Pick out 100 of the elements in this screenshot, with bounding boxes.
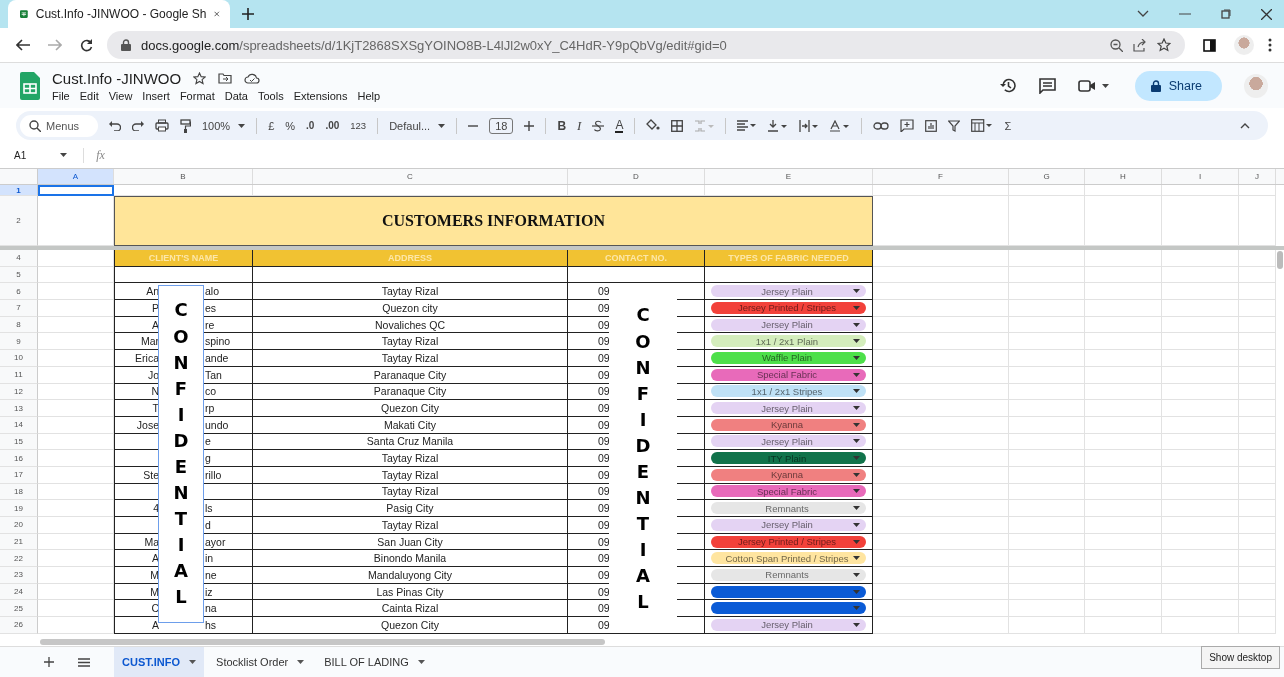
cloud-icon[interactable] xyxy=(244,72,261,84)
number-format-button[interactable]: 123 xyxy=(350,120,367,131)
percent-format-button[interactable]: % xyxy=(285,119,296,132)
avatar[interactable] xyxy=(1244,73,1268,98)
column-header[interactable]: I xyxy=(1162,169,1239,184)
row-header[interactable]: 6 xyxy=(0,283,38,301)
column-header[interactable]: A xyxy=(38,169,114,184)
browser-tab[interactable]: Cust.Info -JINWOO - Google Sh xyxy=(8,0,230,28)
restore-icon[interactable] xyxy=(1221,9,1231,19)
currency-format-button[interactable]: £ xyxy=(268,119,275,132)
row-header[interactable]: 22 xyxy=(0,550,38,568)
sheet-tab[interactable]: Stocklist Order xyxy=(208,647,313,677)
scrollbar-thumb[interactable] xyxy=(1277,251,1283,269)
dropdown-chip[interactable]: Remnants xyxy=(711,568,866,581)
filter-icon[interactable] xyxy=(948,119,961,132)
dropdown-chip[interactable]: Jersey Plain xyxy=(711,318,866,331)
increase-decimal-button[interactable]: .00 xyxy=(325,120,340,131)
reload-icon[interactable] xyxy=(80,38,93,52)
menu-icon[interactable] xyxy=(78,657,90,667)
menu-item[interactable]: Format xyxy=(179,89,225,102)
column-header[interactable]: C xyxy=(253,169,568,184)
row-header[interactable]: 9 xyxy=(0,333,38,351)
empty-cell[interactable] xyxy=(114,266,253,284)
row-header[interactable]: 4 xyxy=(0,250,38,267)
menu-item[interactable]: Edit xyxy=(79,89,109,102)
row-header[interactable]: 20 xyxy=(0,517,38,534)
minimize-icon[interactable] xyxy=(1179,13,1191,15)
forward-arrow-icon[interactable] xyxy=(48,39,62,51)
menu-item[interactable]: Tools xyxy=(257,89,294,102)
font-size-field[interactable]: 18 xyxy=(489,117,514,134)
dropdown-chip[interactable]: Special Fabric xyxy=(711,485,866,498)
dropdown-chip[interactable]: Jersey Plain xyxy=(711,518,866,531)
video-camera-icon[interactable] xyxy=(1077,79,1096,92)
row-header[interactable]: 10 xyxy=(0,350,38,367)
close-icon[interactable] xyxy=(1261,8,1272,20)
strikethrough-icon[interactable] xyxy=(592,119,605,132)
share-button[interactable]: Share xyxy=(1134,70,1222,101)
star-icon[interactable] xyxy=(1157,38,1171,52)
row-header[interactable]: 13 xyxy=(0,400,38,417)
scrollbar-thumb[interactable] xyxy=(40,639,605,645)
dropdown-chip[interactable]: Waffle Plain xyxy=(711,351,866,364)
row-header[interactable]: 25 xyxy=(0,600,38,618)
caret-icon[interactable] xyxy=(1101,83,1109,88)
chart-icon[interactable] xyxy=(925,119,938,132)
menu-item[interactable]: Insert xyxy=(142,89,180,102)
column-header[interactable]: H xyxy=(1085,169,1162,184)
dropdown-chip[interactable]: Special Fabric xyxy=(711,368,866,381)
menu-item[interactable]: File xyxy=(52,89,80,102)
row-header[interactable]: 2 xyxy=(0,196,38,246)
dropdown-chip[interactable]: Kyanna xyxy=(711,418,866,431)
row-header[interactable]: 19 xyxy=(0,500,38,517)
menu-item[interactable]: Help xyxy=(357,89,391,102)
row-header[interactable]: 23 xyxy=(0,567,38,584)
dropdown-chip[interactable] xyxy=(711,585,866,598)
share-icon[interactable] xyxy=(1133,38,1147,52)
menu-item[interactable]: View xyxy=(108,89,143,102)
zoom-dropdown[interactable]: 100% xyxy=(202,119,246,132)
column-header[interactable]: F xyxy=(873,169,1009,184)
borders-icon[interactable] xyxy=(671,119,684,132)
name-box[interactable]: A1 xyxy=(14,149,68,161)
column-header[interactable]: D xyxy=(568,169,705,184)
back-arrow-icon[interactable] xyxy=(16,39,30,51)
align-left-icon[interactable] xyxy=(737,120,758,131)
add-comment-icon[interactable] xyxy=(900,119,915,132)
fill-color-icon[interactable] xyxy=(646,119,661,132)
font-dropdown[interactable]: Defaul... xyxy=(389,119,446,132)
print-icon[interactable] xyxy=(155,119,169,132)
empty-cell[interactable] xyxy=(253,266,568,284)
undo-icon[interactable] xyxy=(109,120,121,131)
column-header[interactable]: J xyxy=(1239,169,1276,184)
vertical-align-icon[interactable] xyxy=(768,119,789,132)
side-panel-icon[interactable] xyxy=(1203,38,1216,52)
new-tab-icon[interactable] xyxy=(242,8,254,20)
star-icon[interactable] xyxy=(193,71,207,85)
bold-button[interactable]: B xyxy=(557,118,567,133)
row-header[interactable]: 16 xyxy=(0,450,38,467)
empty-cell[interactable] xyxy=(705,266,873,284)
dropdown-chip[interactable] xyxy=(711,602,866,615)
folder-icon[interactable] xyxy=(218,72,233,84)
minus-icon[interactable] xyxy=(468,124,479,127)
column-header[interactable]: E xyxy=(705,169,873,184)
dropdown-chip[interactable]: Kyanna xyxy=(711,468,866,481)
menu-item[interactable]: Extensions xyxy=(293,89,358,102)
dropdown-chip[interactable]: 1x1 / 2x1 Plain xyxy=(711,335,866,348)
paint-format-icon[interactable] xyxy=(180,118,191,133)
filter-views-icon[interactable] xyxy=(971,119,994,132)
sheet-tab[interactable]: CUST.INFO xyxy=(114,647,205,677)
dropdown-chip[interactable]: Jersey Plain xyxy=(711,402,866,415)
row-header[interactable]: 26 xyxy=(0,617,38,634)
link-icon[interactable] xyxy=(873,121,890,130)
document-title[interactable]: Cust.Info -JINWOO xyxy=(52,69,182,87)
comment-icon[interactable] xyxy=(1038,77,1056,94)
sheet-tab[interactable]: BILL OF LADING xyxy=(316,647,433,677)
avatar[interactable] xyxy=(1234,35,1254,55)
add-sheet-icon[interactable] xyxy=(44,657,54,667)
menu-item[interactable]: Data xyxy=(224,89,258,102)
history-icon[interactable] xyxy=(999,77,1017,94)
address-bar[interactable]: docs.google.com/spreadsheets/d/1KjT2868SXSgYOINO8B-L4lJl2w0xY_C4HdR-Y9pQbVg/edit#gid=0 xyxy=(107,31,1185,59)
chevron-up-icon[interactable] xyxy=(1240,122,1250,129)
text-wrap-icon[interactable] xyxy=(799,119,820,132)
